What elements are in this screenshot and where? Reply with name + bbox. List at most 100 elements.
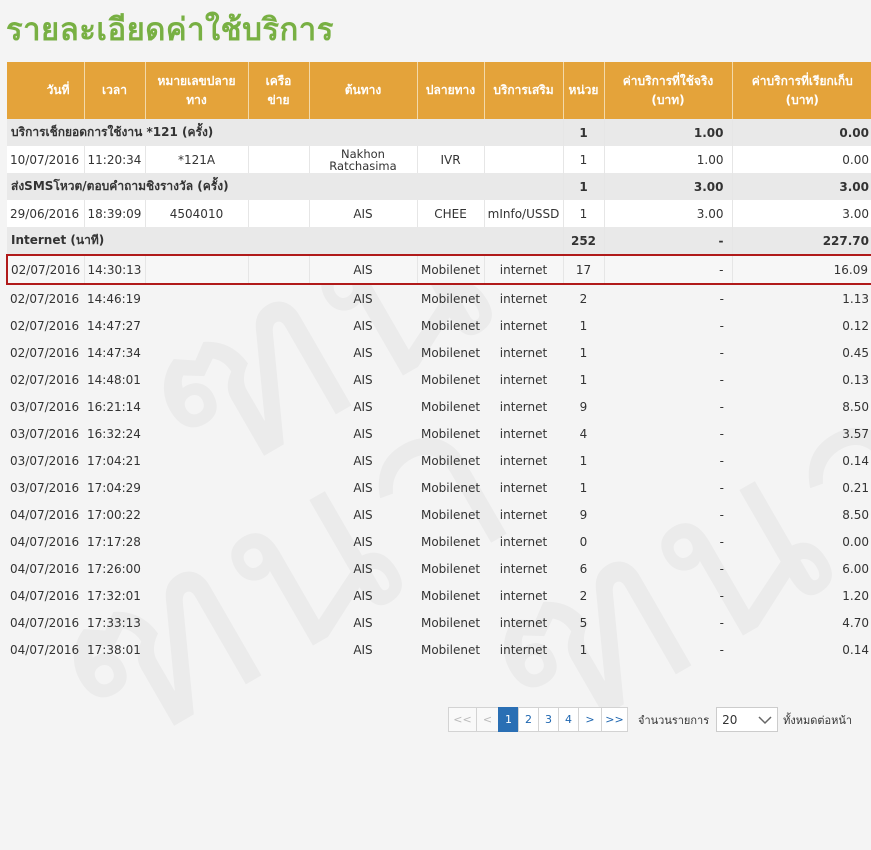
group-billed-charge: 0.00 [732, 119, 871, 146]
table-row[interactable]: 04/07/2016 17:38:01 AIS Mobilenet internet 1 -… [7, 636, 871, 663]
cell-addon: internet [484, 254, 564, 285]
table-row[interactable]: 03/07/2016 16:32:24 AIS Mobilenet internet 4 -… [7, 420, 871, 447]
cell-network [248, 636, 309, 663]
table-row[interactable]: 03/07/2016 17:04:29 AIS Mobilenet internet 1 -… [7, 474, 871, 501]
cell-units: 5 [579, 615, 588, 630]
cell-time: 11:20:34 [84, 146, 146, 173]
table-row[interactable]: 04/07/2016 17:26:00 AIS Mobilenet internet 6 -… [7, 555, 871, 582]
col-header-origin[interactable]: ต้นทาง [309, 62, 418, 119]
cell-destination: Mobilenet [420, 534, 481, 549]
col-header-billed-charge[interactable]: ค่าบริการที่เรียกเก็บ (บาท) [732, 62, 871, 119]
cell-origin: AIS [353, 318, 373, 333]
cell-network [248, 474, 309, 501]
per-page-suffix-label: ทั้งหมดต่อหน้า [783, 713, 853, 727]
table-row[interactable]: 04/07/2016 17:33:13 AIS Mobilenet internet 5 -… [7, 609, 871, 636]
cell-billed-charge: 4.70 [842, 615, 869, 630]
cell-units: 6 [579, 561, 588, 576]
cell-billed-charge: 3.57 [842, 426, 869, 441]
cell-date: 04/07/2016 [10, 615, 80, 630]
table-row[interactable]: 03/07/2016 17:04:21 AIS Mobilenet internet 1 -… [7, 447, 871, 474]
col-header-network[interactable]: เครือข่าย [248, 62, 310, 119]
cell-addon: internet [499, 318, 548, 333]
cell-time: 17:04:21 [87, 453, 141, 468]
group-units: 1 [563, 119, 605, 146]
cell-time: 14:46:19 [87, 291, 141, 306]
cell-units: 1 [563, 146, 605, 173]
cell-date: 02/07/2016 [6, 254, 85, 285]
cell-time: 16:32:24 [87, 426, 141, 441]
table-row[interactable]: 04/07/2016 17:00:22 AIS Mobilenet internet 9 -… [7, 501, 871, 528]
cell-destination: Mobilenet [420, 507, 481, 522]
table-row[interactable]: 10/07/2016 11:20:34 *121A Nakhon Ratchasima… [7, 146, 871, 173]
cell-network [248, 254, 310, 285]
cell-billed-charge: 16.09 [732, 254, 871, 285]
table-row[interactable]: 04/07/2016 17:17:28 AIS Mobilenet internet 0 -… [7, 528, 871, 555]
cell-units: 1 [579, 318, 588, 333]
table-row[interactable]: 02/07/2016 14:46:19 AIS Mobilenet internet 2 -… [7, 284, 871, 312]
per-page-select[interactable]: 20 [716, 707, 779, 732]
cell-billed-charge: 0.21 [842, 480, 869, 495]
next-page-button[interactable]: > [578, 707, 602, 732]
cell-number [145, 284, 248, 312]
cell-billed-charge: 6.00 [842, 561, 869, 576]
cell-units: 0 [579, 534, 588, 549]
cell-network [248, 146, 310, 173]
page-1-button[interactable]: 1 [498, 707, 519, 732]
cell-billed-charge: 8.50 [842, 399, 869, 414]
col-header-units[interactable]: หน่วย [563, 62, 605, 119]
page-3-button[interactable]: 3 [538, 707, 559, 732]
cell-time: 17:26:00 [87, 561, 141, 576]
cell-origin: AIS [353, 480, 373, 495]
cell-destination: Mobilenet [420, 372, 481, 387]
cell-date: 03/07/2016 [10, 426, 80, 441]
cell-actual-charge: - [719, 642, 724, 657]
table-row[interactable]: 02/07/2016 14:47:34 AIS Mobilenet internet 1 -… [7, 339, 871, 366]
page-4-button[interactable]: 4 [558, 707, 579, 732]
cell-time: 14:47:34 [87, 345, 141, 360]
cell-time: 14:48:01 [87, 372, 141, 387]
page-title: รายละเอียดค่าใช้บริการ [6, 12, 334, 48]
col-header-date[interactable]: วันที่ [7, 62, 85, 119]
cell-origin: AIS [353, 345, 373, 360]
table-row[interactable]: 04/07/2016 17:32:01 AIS Mobilenet internet 2 -… [7, 582, 871, 609]
cell-network [248, 528, 309, 555]
group-title: บริการเช็กยอดการใช้งาน *121 (ครั้ง) [7, 119, 564, 146]
page-2-button[interactable]: 2 [518, 707, 539, 732]
cell-addon: internet [499, 291, 548, 306]
table-row[interactable]: 02/07/2016 14:47:27 AIS Mobilenet internet 1 -… [7, 312, 871, 339]
cell-number [145, 609, 248, 636]
prev-page-button[interactable]: < [476, 707, 499, 732]
cell-destination: Mobilenet [420, 588, 481, 603]
cell-units: 1 [579, 345, 588, 360]
cell-actual-charge: - [719, 399, 724, 414]
col-header-actual-charge[interactable]: ค่าบริการที่ใช้จริง (บาท) [604, 62, 733, 119]
cell-origin: Nakhon Ratchasima [309, 146, 418, 173]
cell-actual-charge: - [719, 507, 724, 522]
table-row[interactable]: 29/06/2016 18:39:09 4504010 AIS CHEE mInfo/US… [7, 200, 871, 227]
last-page-button[interactable]: >> [601, 707, 628, 732]
cell-billed-charge: 0.45 [842, 345, 869, 360]
group-units: 1 [563, 173, 605, 200]
cell-time: 17:33:13 [87, 615, 141, 630]
table-row[interactable]: 03/07/2016 16:21:14 AIS Mobilenet internet 9 -… [7, 393, 871, 420]
cell-number [145, 582, 248, 609]
group-billed-charge: 3.00 [732, 173, 871, 200]
cell-billed-charge: 0.00 [732, 146, 871, 173]
cell-actual-charge: - [719, 345, 724, 360]
cell-units: 1 [579, 642, 588, 657]
cell-date: 02/07/2016 [10, 345, 80, 360]
col-header-destination[interactable]: ปลายทาง [417, 62, 485, 119]
col-header-number[interactable]: หมายเลขปลายทาง [145, 62, 249, 119]
cell-network [248, 393, 309, 420]
cell-billed-charge: 0.13 [842, 372, 869, 387]
col-header-time[interactable]: เวลา [84, 62, 146, 119]
table-row[interactable]: 02/07/2016 14:48:01 AIS Mobilenet internet 1 -… [7, 366, 871, 393]
first-page-button[interactable]: << [448, 707, 477, 732]
col-header-addon[interactable]: บริการเสริม [484, 62, 564, 119]
cell-origin: AIS [353, 426, 373, 441]
cell-billed-charge: 1.20 [842, 588, 869, 603]
group-summary-row: บริการเช็กยอดการใช้งาน *121 (ครั้ง) 1 1.00… [7, 119, 871, 146]
table-row[interactable]: 02/07/2016 14:30:13 AIS Mobilenet internet 17… [6, 254, 871, 285]
cell-billed-charge: 0.12 [842, 318, 869, 333]
group-actual-charge: 3.00 [604, 173, 733, 200]
